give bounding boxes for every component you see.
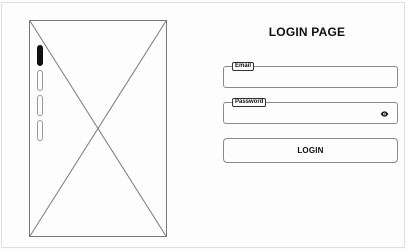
email-label: Email bbox=[232, 62, 255, 71]
carousel-dot-1[interactable] bbox=[37, 45, 43, 66]
carousel-dot-3[interactable] bbox=[37, 95, 43, 116]
carousel-pagination bbox=[37, 45, 43, 145]
image-placeholder-icon bbox=[30, 21, 166, 236]
carousel-dot-4[interactable] bbox=[37, 120, 43, 141]
login-button[interactable]: LOGIN bbox=[223, 138, 398, 163]
page-title: LOGIN PAGE bbox=[268, 25, 346, 39]
image-placeholder bbox=[29, 20, 167, 237]
eye-icon[interactable] bbox=[380, 110, 389, 118]
login-card: LOGIN PAGE Email Password LOGIN bbox=[1, 2, 405, 248]
password-field[interactable]: Password bbox=[223, 98, 398, 124]
password-label: Password bbox=[232, 98, 267, 107]
email-field[interactable]: Email bbox=[223, 62, 398, 88]
carousel-dot-2[interactable] bbox=[37, 70, 43, 91]
